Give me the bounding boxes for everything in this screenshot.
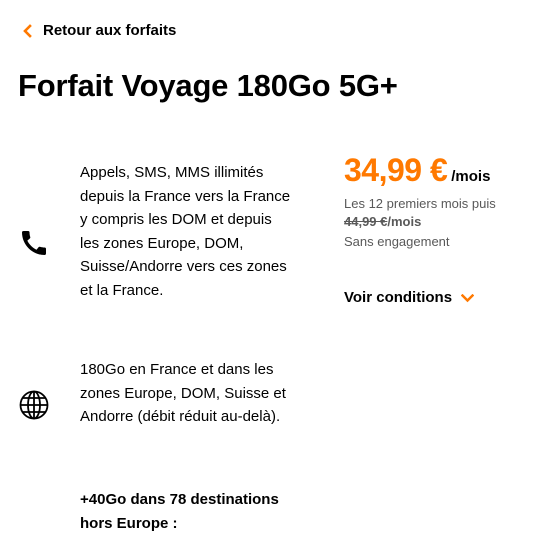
promo-duration-text: Les 12 premiers mois puis xyxy=(344,196,496,211)
regular-price-amount: 44,99 € xyxy=(344,214,388,229)
feature-roaming-text: +40Go dans 78 destinations hors Europe : xyxy=(80,491,279,532)
feature-data-text: 180Go en France et dans les zones Europe… xyxy=(80,361,286,425)
page-title: Forfait Voyage 180Go 5G+ xyxy=(18,68,398,103)
no-commitment-text: Sans engagement xyxy=(344,234,450,249)
price-row: 34,99 € /mois xyxy=(344,152,544,189)
view-conditions-label: Voir conditions xyxy=(344,289,453,306)
regular-price-unit: /mois xyxy=(387,214,422,229)
phone-icon xyxy=(22,231,46,255)
view-conditions-button[interactable]: Voir conditions xyxy=(344,289,475,306)
regular-price: 44,99 €/mois xyxy=(344,212,544,231)
feature-calls-text: Appels, SMS, MMS illimités depuis la Fra… xyxy=(80,164,291,299)
price-unit: /mois xyxy=(451,168,491,185)
price-block: 34,99 € /mois Les 12 premiers mois puis … xyxy=(344,152,544,252)
chevron-left-icon xyxy=(23,23,32,38)
back-to-plans-link[interactable]: Retour aux forfaits xyxy=(22,22,176,39)
price-amount: 34,99 € xyxy=(344,152,448,188)
chevron-down-icon xyxy=(461,294,475,303)
globe-icon xyxy=(19,390,49,420)
back-link-label: Retour aux forfaits xyxy=(43,22,177,39)
